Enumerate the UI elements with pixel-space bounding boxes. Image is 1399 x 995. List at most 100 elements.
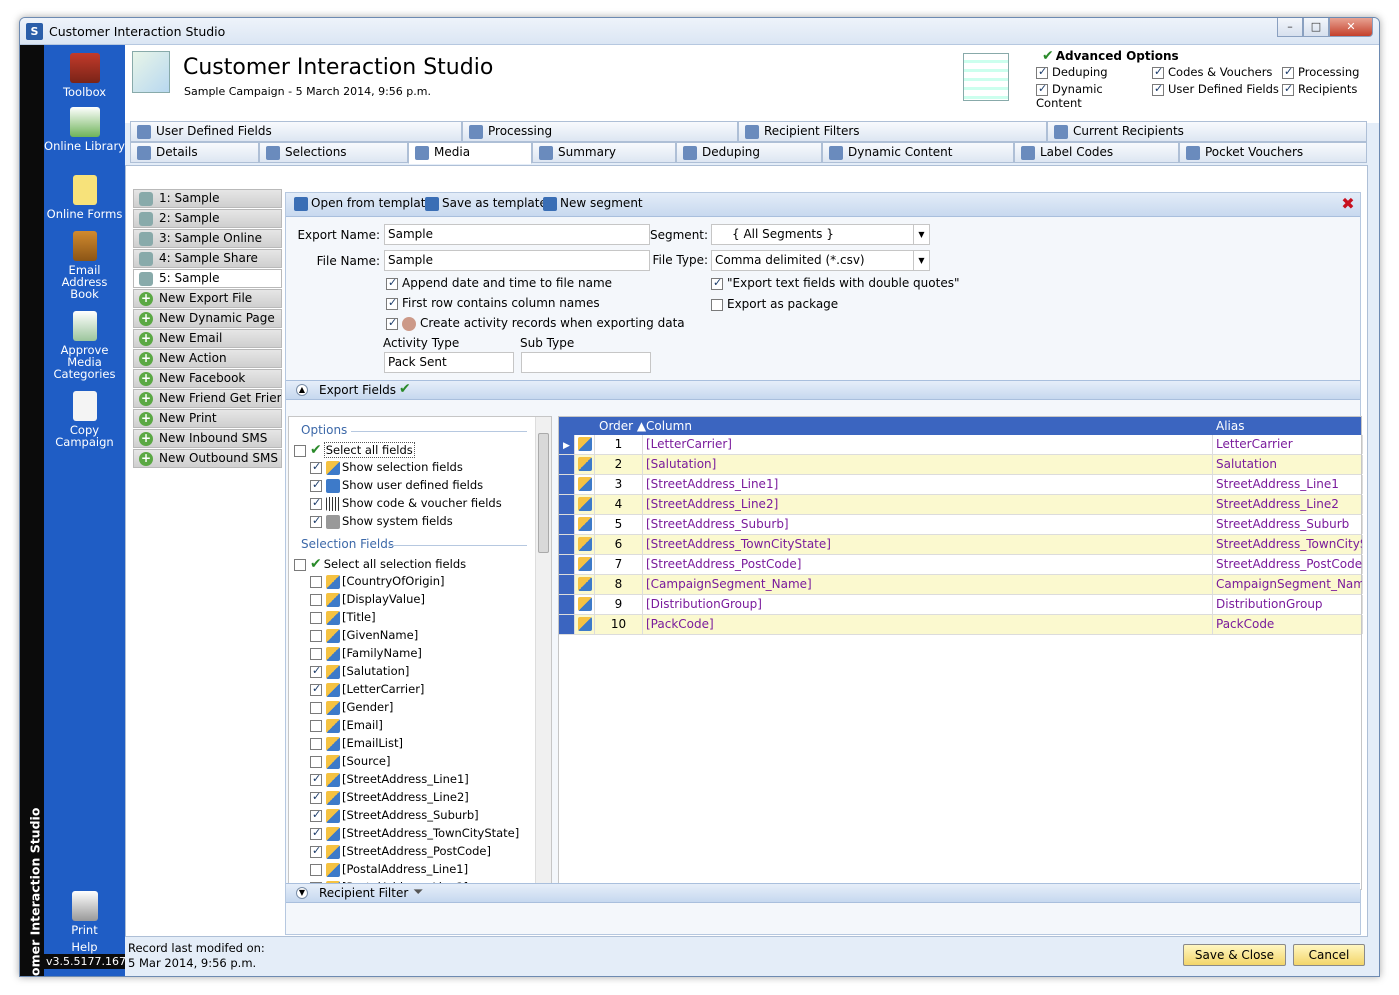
checkbox[interactable] [711, 298, 723, 311]
tab-current-recipients[interactable]: Current Recipients [1047, 121, 1367, 142]
media-item-2[interactable]: 2: Sample [133, 209, 282, 228]
table-row[interactable]: 4 [StreetAddress_Line2] StreetAddress_Line… [559, 495, 1363, 515]
checkbox[interactable] [310, 826, 322, 840]
show-code-voucher-fields[interactable]: Show code & voucher fields [310, 496, 502, 511]
checkbox[interactable] [310, 863, 322, 876]
new-action-button[interactable]: + New Action [133, 349, 282, 368]
order-column-header[interactable]: Order ▲ [599, 417, 646, 435]
checkbox[interactable] [294, 444, 306, 457]
table-row[interactable]: 6 [StreetAddress_TownCityState] StreetAddr… [559, 535, 1363, 555]
sub-type-field[interactable] [521, 352, 651, 373]
save-as-template-button[interactable]: Save as template [425, 196, 547, 211]
row-selector[interactable] [559, 555, 575, 574]
row-selector[interactable] [559, 495, 575, 514]
close-button[interactable]: ✕ [1329, 18, 1373, 37]
tab-dynamic-content[interactable]: Dynamic Content [822, 142, 1014, 163]
alias-column-header[interactable]: Alias [1216, 417, 1244, 435]
recipient-filter-section-header[interactable]: ▼ Recipient Filter ⏷ [286, 883, 1360, 903]
alias-cell[interactable]: StreetAddress_Suburb [1213, 515, 1363, 534]
tab-recipient-filters[interactable]: Recipient Filters [738, 121, 1047, 142]
selection-field-item[interactable]: [Email] [310, 718, 383, 733]
column-cell[interactable]: [PackCode] [643, 615, 1213, 634]
selection-field-item[interactable]: [StreetAddress_Line2] [310, 790, 469, 805]
selection-field-item[interactable]: [Salutation] [310, 664, 409, 679]
online-library-button[interactable]: Online Library [44, 107, 125, 152]
column-cell[interactable]: [CampaignSegment_Name] [643, 575, 1213, 594]
column-cell[interactable]: [StreetAddress_PostCode] [643, 555, 1213, 574]
open-from-template-button[interactable]: Open from template [294, 196, 433, 211]
scrollbar-thumb[interactable] [538, 433, 549, 553]
selection-field-item[interactable]: [Gender] [310, 700, 393, 715]
row-selector[interactable] [559, 535, 575, 554]
column-cell[interactable]: [Salutation] [643, 455, 1213, 474]
selection-field-item[interactable]: [LetterCarrier] [310, 682, 424, 697]
option-recipients[interactable]: Recipients [1282, 82, 1372, 110]
checkbox[interactable] [310, 647, 322, 660]
table-row[interactable]: 7 [StreetAddress_PostCode] StreetAddress_P… [559, 555, 1363, 575]
alias-cell[interactable]: StreetAddress_TownCitySt... [1213, 535, 1363, 554]
table-row[interactable]: 2 [Salutation] Salutation [559, 455, 1363, 475]
select-all-fields[interactable]: ✔ Select all fields [294, 442, 415, 458]
tab-processing[interactable]: Processing [462, 121, 738, 142]
show-selection-fields[interactable]: Show selection fields [310, 460, 463, 475]
close-icon[interactable]: ✖ [1339, 195, 1357, 213]
column-cell[interactable]: [StreetAddress_Line1] [643, 475, 1213, 494]
checkbox[interactable] [310, 719, 322, 732]
checkbox[interactable] [310, 844, 322, 858]
checkbox[interactable] [1152, 82, 1164, 96]
selection-field-item[interactable]: [GivenName] [310, 628, 418, 643]
selection-field-item[interactable]: [StreetAddress_Suburb] [310, 808, 479, 823]
new-dynamic-page-button[interactable]: + New Dynamic Page [133, 309, 282, 328]
new-outbound-sms-button[interactable]: + New Outbound SMS [133, 449, 282, 468]
help-button[interactable]: Help [44, 941, 125, 953]
table-row[interactable]: ▶ 1 [LetterCarrier] LetterCarrier [559, 435, 1363, 455]
checkbox[interactable] [310, 496, 322, 510]
alias-cell[interactable]: PackCode [1213, 615, 1363, 634]
show-system-fields[interactable]: Show system fields [310, 514, 453, 529]
checkbox[interactable] [310, 575, 322, 588]
first-row-checkbox[interactable]: First row contains column names [386, 296, 600, 310]
checkbox[interactable] [386, 316, 398, 330]
new-export-file-button[interactable]: + New Export File [133, 289, 282, 308]
tab-media[interactable]: Media [408, 142, 532, 164]
checkbox[interactable] [310, 478, 322, 492]
option-dynamic-content[interactable]: Dynamic Content [1036, 82, 1152, 110]
alias-cell[interactable]: StreetAddress_PostCode [1213, 555, 1363, 574]
checkbox[interactable] [310, 514, 322, 528]
media-item-3[interactable]: 3: Sample Online [133, 229, 282, 248]
column-cell[interactable]: [StreetAddress_Line2] [643, 495, 1213, 514]
row-selector[interactable] [559, 455, 575, 474]
checkbox[interactable] [310, 682, 322, 696]
column-cell[interactable]: [StreetAddress_Suburb] [643, 515, 1213, 534]
checkbox[interactable] [1036, 82, 1048, 96]
checkbox[interactable] [1152, 65, 1164, 79]
minimize-button[interactable]: – [1277, 18, 1303, 37]
new-facebook-button[interactable]: + New Facebook [133, 369, 282, 388]
alias-cell[interactable]: StreetAddress_Line1 [1213, 475, 1363, 494]
maximize-button[interactable]: □ [1303, 18, 1329, 37]
approve-media-categories-button[interactable]: Approve Media Categories [44, 311, 125, 380]
new-segment-button[interactable]: New segment [543, 196, 643, 211]
print-button[interactable]: Print [44, 891, 125, 936]
selection-field-item[interactable]: [StreetAddress_TownCityState] [310, 826, 519, 841]
export-package-checkbox[interactable]: Export as package [711, 297, 838, 311]
checkbox[interactable] [310, 629, 322, 642]
checkbox[interactable] [386, 296, 398, 310]
column-cell[interactable]: [DistributionGroup] [643, 595, 1213, 614]
checkbox[interactable] [310, 737, 322, 750]
alias-cell[interactable]: Salutation [1213, 455, 1363, 474]
row-selector[interactable] [559, 475, 575, 494]
show-user-defined-fields[interactable]: Show user defined fields [310, 478, 483, 493]
tab-user-defined-fields[interactable]: User Defined Fields [130, 121, 462, 142]
alias-cell[interactable]: StreetAddress_Line2 [1213, 495, 1363, 514]
table-row[interactable]: 3 [StreetAddress_Line1] StreetAddress_Line… [559, 475, 1363, 495]
table-row[interactable]: 10 [PackCode] PackCode [559, 615, 1363, 635]
checkbox[interactable] [310, 664, 322, 678]
segment-dropdown[interactable]: { All Segments } ▼ [711, 224, 930, 245]
email-address-book-button[interactable]: Email Address Book [44, 231, 125, 300]
tab-details[interactable]: Details [130, 142, 259, 163]
checkbox[interactable] [310, 593, 322, 606]
media-item-4[interactable]: 4: Sample Share [133, 249, 282, 268]
column-cell[interactable]: [LetterCarrier] [643, 435, 1213, 454]
tab-deduping[interactable]: Deduping [676, 142, 822, 163]
